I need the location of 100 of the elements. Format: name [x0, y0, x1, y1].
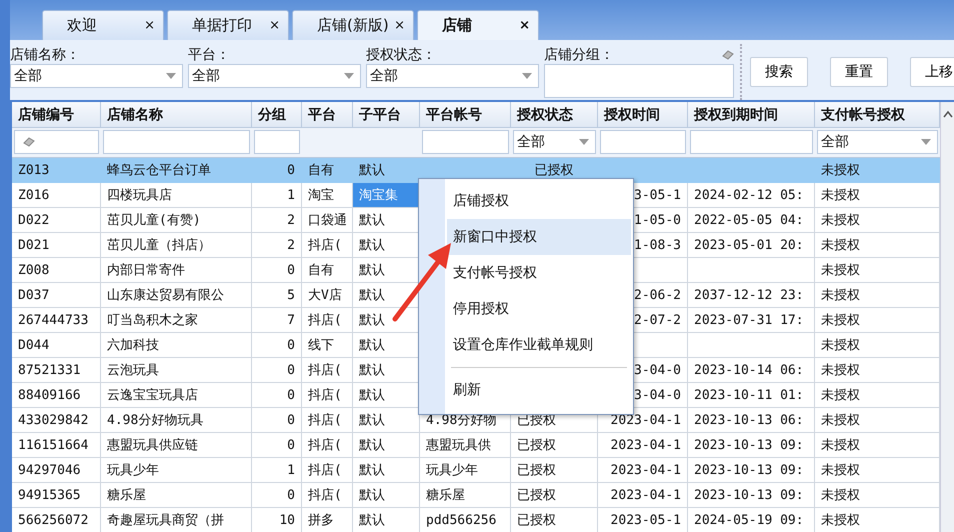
table-cell: 抖店(: [302, 408, 353, 433]
table-cell: 0: [252, 333, 302, 358]
table-cell: 433029842: [12, 408, 101, 433]
table-cell: Z008: [12, 258, 101, 283]
dropdown[interactable]: 全部: [188, 64, 361, 88]
tab[interactable]: 欢迎 ×: [42, 10, 164, 40]
table-cell: 云泡玩具: [101, 358, 252, 383]
table-cell: 94915365: [12, 483, 101, 508]
table-cell: 2: [252, 208, 302, 233]
table-cell: 10: [252, 508, 302, 532]
table-cell: 0: [252, 433, 302, 458]
caret-icon: [921, 139, 931, 145]
table-cell: 玩具少年: [101, 458, 252, 483]
table-cell: 抖店(: [302, 483, 353, 508]
dropdown[interactable]: 全部: [366, 64, 539, 88]
tab-label: 店铺(新版): [317, 16, 389, 35]
table-cell: 2023-04-1: [598, 458, 688, 483]
scrollbar[interactable]: [940, 102, 954, 532]
table-cell: 2037-12-12 23:: [688, 283, 815, 308]
filter-field[interactable]: [690, 130, 813, 154]
table-cell: 默认: [353, 158, 420, 183]
table-cell: 0: [252, 408, 302, 433]
table-cell: 2023-10-11 01:: [688, 383, 815, 408]
table-cell: 默认: [353, 433, 420, 458]
table-cell: 已授权: [511, 483, 598, 508]
tab[interactable]: 单据打印 ×: [167, 10, 289, 40]
table-cell: 四楼玩具店: [101, 183, 252, 208]
table-cell: 抖店(: [302, 233, 353, 258]
tab-label: 欢迎: [67, 16, 97, 35]
table-cell: 7: [252, 308, 302, 333]
table-cell: 116151664: [12, 433, 101, 458]
table-cell: 2023-05-01 20:: [688, 233, 815, 258]
table-cell: 线下: [302, 333, 353, 358]
table-cell: 已授权: [511, 458, 598, 483]
eraser-icon[interactable]: [23, 137, 35, 147]
table-cell: 抖店(: [302, 383, 353, 408]
table-cell: 叮当岛积木之家: [101, 308, 252, 333]
toolbar-button[interactable]: 上移: [910, 57, 954, 87]
table-cell: 2023-10-13 09:: [688, 433, 815, 458]
table-cell: 默认: [353, 458, 420, 483]
table-cell: 抖店(: [302, 358, 353, 383]
filter-dropdown[interactable]: 全部: [817, 130, 938, 154]
filter-field[interactable]: [14, 130, 99, 154]
table-cell: 2023-04-1: [598, 433, 688, 458]
table-cell: 0: [252, 383, 302, 408]
table-cell: 2023-10-14 06:: [688, 358, 815, 383]
table-cell: 2024-02-12 05:: [688, 183, 815, 208]
table-cell: 奇趣屋玩具商贸（拼: [101, 508, 252, 532]
table-cell: 2023-10-13 09:: [688, 483, 815, 508]
filter-field[interactable]: [103, 130, 250, 154]
input-field[interactable]: [544, 64, 734, 98]
toolbar-button[interactable]: 重置: [830, 57, 888, 87]
filter-dropdown[interactable]: 全部: [513, 130, 596, 154]
table-cell: 内部日常寄件: [101, 258, 252, 283]
table-cell: 94297046: [12, 458, 101, 483]
table-cell: 默认: [353, 483, 420, 508]
table-cell: 拼多: [302, 508, 353, 532]
filter-field[interactable]: [422, 130, 509, 154]
caret-icon: [522, 73, 532, 79]
table-cell: 茁贝儿童（抖店）: [101, 233, 252, 258]
table-cell: 2023-04-1: [598, 483, 688, 508]
table-cell: 2: [252, 233, 302, 258]
table-cell: 糖乐屋: [101, 483, 252, 508]
table-cell: 惠盟玩具供: [420, 433, 511, 458]
table-cell: 2023-10-13 06:: [688, 408, 815, 433]
table-cell: 淘宝集: [353, 183, 420, 208]
table-cell: 抖店(: [302, 433, 353, 458]
filter-field[interactable]: [254, 130, 300, 154]
table-cell: 玩具少年: [420, 458, 511, 483]
tab[interactable]: 店铺 ×: [417, 10, 539, 40]
table-cell: D021: [12, 233, 101, 258]
table-cell: 自有: [302, 258, 353, 283]
table-cell: 0: [252, 258, 302, 283]
toolbar-button[interactable]: 搜索: [750, 57, 808, 87]
filter-label: 平台：: [188, 46, 230, 64]
table-cell: Z016: [12, 183, 101, 208]
tab-label: 单据打印: [192, 16, 252, 35]
caret-icon: [166, 73, 176, 79]
tab[interactable]: 店铺(新版) ×: [292, 10, 414, 40]
menu-item[interactable]: 新窗口中授权: [447, 219, 631, 255]
close-icon[interactable]: ×: [394, 18, 405, 33]
table-cell: 自有: [302, 158, 353, 183]
table-cell: Z013: [12, 158, 101, 183]
table-cell: 4.98分好物玩具: [101, 408, 252, 433]
close-icon[interactable]: ×: [144, 18, 155, 33]
table-cell: 惠盟玩具供应链: [101, 433, 252, 458]
table-cell: 抖店(: [302, 458, 353, 483]
table-cell: pdd566256: [420, 508, 511, 532]
filter-label: 店铺名称：: [10, 46, 80, 64]
close-icon[interactable]: ×: [269, 18, 280, 33]
filter-label: 店铺分组：: [544, 46, 614, 64]
filter-field[interactable]: [600, 130, 686, 154]
table-cell: D044: [12, 333, 101, 358]
eraser-icon[interactable]: [722, 50, 734, 60]
dropdown[interactable]: 全部: [10, 64, 183, 88]
table-cell: 1: [252, 183, 302, 208]
table-cell: 山东康达贸易有限公: [101, 283, 252, 308]
caret-icon: [344, 73, 354, 79]
close-icon[interactable]: ×: [519, 18, 530, 33]
table-cell: 云逸宝宝玩具店: [101, 383, 252, 408]
